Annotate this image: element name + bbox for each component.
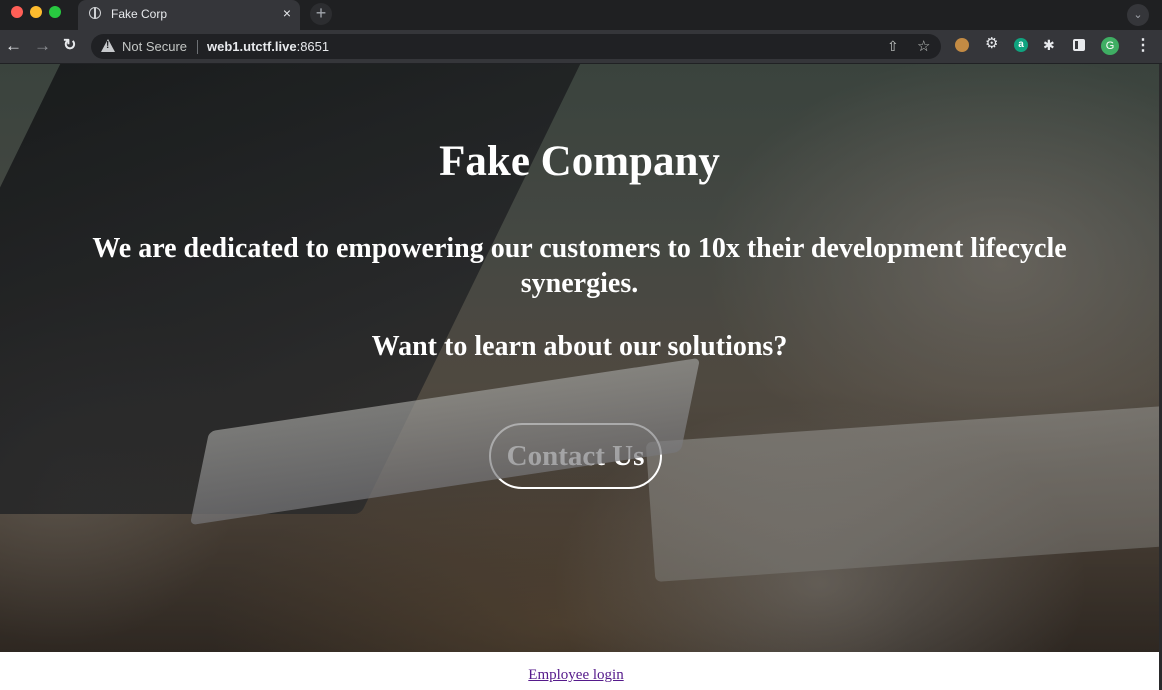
contact-us-button[interactable]: Contact Us <box>489 423 662 489</box>
tab-title: Fake Corp <box>111 7 168 21</box>
cookie-extension-icon[interactable] <box>955 38 969 52</box>
avatar[interactable]: G <box>1101 37 1119 55</box>
a-extension-icon[interactable]: a <box>1014 38 1028 52</box>
back-arrow-icon[interactable]: ← <box>5 35 22 57</box>
address-bar[interactable]: Not Secure web1.utctf.live:8651 ⇧ ☆ <box>91 34 941 59</box>
warning-icon[interactable] <box>101 39 115 52</box>
reload-icon[interactable]: ↻ <box>63 35 76 57</box>
close-window-button[interactable] <box>11 6 23 18</box>
kebab-menu-icon[interactable]: ⋮ <box>1135 36 1151 56</box>
page-title: Fake Company <box>439 138 720 185</box>
tab-strip: Fake Corp × + ⌄ <box>0 0 1162 30</box>
puzzle-icon[interactable]: ✱ <box>1043 38 1057 52</box>
chevron-down-icon[interactable]: ⌄ <box>1127 4 1149 26</box>
forward-arrow-icon[interactable]: → <box>34 35 51 57</box>
new-tab-button[interactable]: + <box>310 3 332 25</box>
globe-icon <box>89 7 101 19</box>
maximize-window-button[interactable] <box>49 6 61 18</box>
hero-tagline: We are dedicated to empowering our custo… <box>92 233 1067 299</box>
hero-section: Fake Company We are dedicated to empower… <box>0 64 1159 652</box>
url-port: :8651 <box>296 39 330 54</box>
star-icon[interactable]: ☆ <box>917 37 930 55</box>
hero-question: Want to learn about our solutions? <box>371 331 788 362</box>
url-text[interactable]: web1.utctf.live:8651 <box>207 39 329 54</box>
side-panel-icon[interactable] <box>1073 39 1085 51</box>
gear-extension-icon[interactable]: ⚙ <box>985 36 999 51</box>
share-icon[interactable]: ⇧ <box>887 38 899 55</box>
minimize-window-button[interactable] <box>30 6 42 18</box>
close-icon[interactable]: × <box>283 5 291 21</box>
browser-toolbar: ← → ↻ Not Secure web1.utctf.live:8651 ⇧ … <box>0 30 1162 64</box>
browser-tab-active[interactable]: Fake Corp × <box>78 0 300 30</box>
employee-login-link[interactable]: Employee login <box>0 667 1152 684</box>
url-host: web1.utctf.live <box>207 39 297 54</box>
security-label[interactable]: Not Secure <box>122 39 187 54</box>
address-separator <box>197 40 198 54</box>
